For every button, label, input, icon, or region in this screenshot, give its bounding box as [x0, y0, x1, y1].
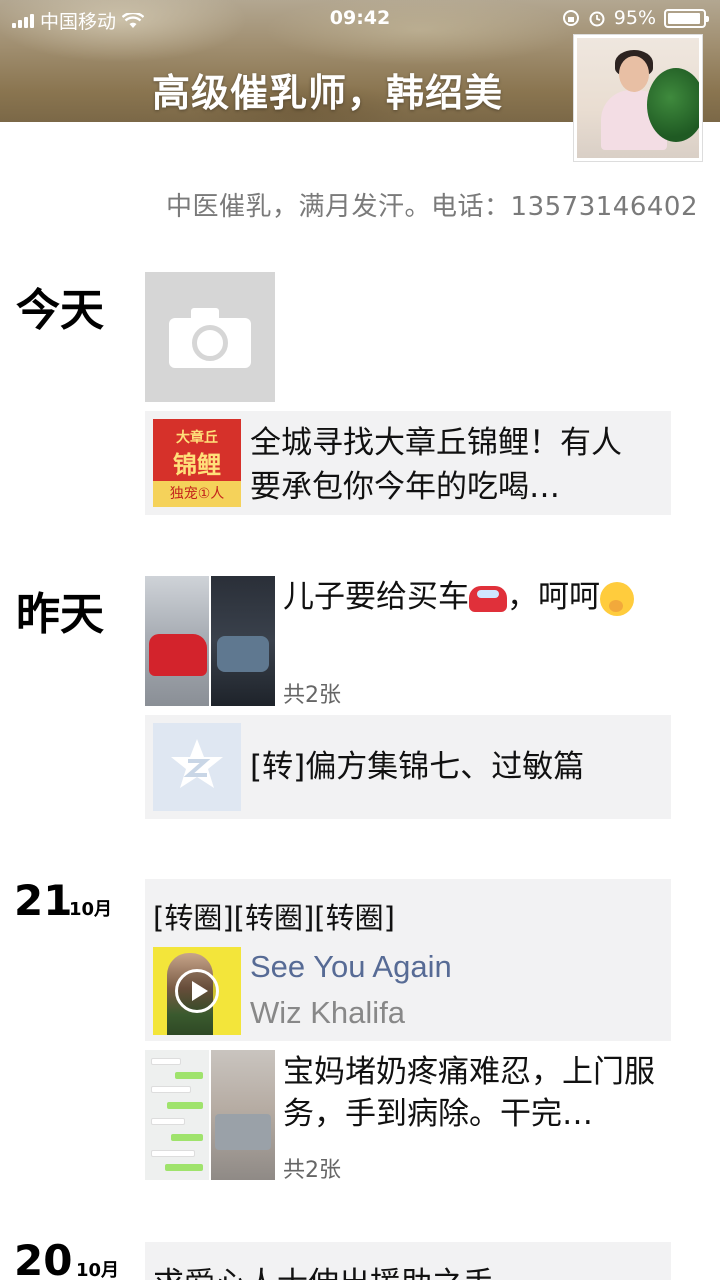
koi-thumb-line3: 独宠①人	[153, 481, 241, 507]
qzone-star-icon	[171, 739, 223, 788]
date-day: 20	[14, 1236, 73, 1280]
photo-showroom[interactable]	[211, 576, 275, 706]
hush-face-emoji-icon	[600, 581, 634, 616]
koi-thumb-line2: 锦鲤	[173, 451, 221, 479]
profile-name[interactable]: 高级催乳师，韩绍美	[152, 62, 503, 117]
share-title: [转]偏方集锦七、过敏篇	[250, 749, 585, 785]
post-text-service[interactable]: 宝妈堵奶疼痛难忍，上门服务，手到病除。干完…	[283, 1051, 680, 1135]
alarm-icon	[589, 11, 605, 27]
date-month: 10月	[76, 1260, 120, 1280]
koi-thumb-line1: 大章丘	[176, 430, 218, 446]
photo-chat-screenshot[interactable]	[145, 1050, 209, 1180]
photo-red-car[interactable]	[145, 576, 209, 706]
star-thumbnail	[153, 723, 241, 811]
photo-truck[interactable]	[211, 1050, 275, 1180]
post-photos-service[interactable]	[145, 1050, 275, 1180]
battery-percent: 95%	[613, 7, 656, 29]
post-card-partial[interactable]: 求爱心人士伸出援助之手	[145, 1242, 671, 1280]
play-icon[interactable]	[175, 969, 219, 1013]
post-photos-car[interactable]	[145, 576, 275, 706]
post-text-car[interactable]: 儿子要给买车 ，呵呵	[283, 576, 680, 618]
music-caption: [转圈][转圈][转圈]	[153, 901, 395, 935]
new-post-camera-button[interactable]	[145, 272, 275, 402]
date-label-today: 今天	[16, 285, 104, 336]
status-right: 95%	[562, 7, 709, 29]
profile-signature: 中医催乳，满月发汗。电话：13573146402	[166, 192, 698, 222]
photo-count: 共2张	[283, 683, 341, 708]
battery-icon	[664, 8, 709, 28]
camera-lens-icon	[192, 325, 228, 361]
song-title: See You Again	[250, 949, 452, 984]
share-title: 全城寻找大章丘锦鲤！有人要承包你今年的吃喝…	[250, 425, 622, 505]
post-text-car-main: 儿子要给买车	[283, 579, 469, 615]
date-month: 10月	[69, 899, 113, 920]
photo-count: 共2张	[283, 1158, 341, 1183]
album-cover	[153, 947, 241, 1035]
date-label-yesterday: 昨天	[16, 589, 104, 640]
avatar-photo	[577, 38, 699, 158]
share-card-koi[interactable]: 大章丘 锦鲤 独宠①人 全城寻找大章丘锦鲤！有人要承包你今年的吃喝…	[145, 411, 671, 515]
song-artist: Wiz Khalifa	[250, 995, 406, 1030]
share-card-remedy[interactable]: [转]偏方集锦七、过敏篇	[145, 715, 671, 819]
music-share-card[interactable]: [转圈][转圈][转圈] See You Again Wiz Khalifa	[145, 879, 671, 1041]
rotation-lock-icon	[562, 10, 579, 26]
koi-thumbnail: 大章丘 锦鲤 独宠①人	[153, 419, 241, 507]
car-emoji-icon	[469, 585, 507, 612]
post-text-partial: 求爱心人士伸出援助之手	[153, 1258, 494, 1280]
post-text-car-end: ，呵呵	[507, 579, 600, 615]
date-day: 21	[14, 876, 73, 925]
avatar[interactable]	[573, 34, 703, 162]
status-bar: 中国移动 09:42 95%	[0, 0, 720, 36]
